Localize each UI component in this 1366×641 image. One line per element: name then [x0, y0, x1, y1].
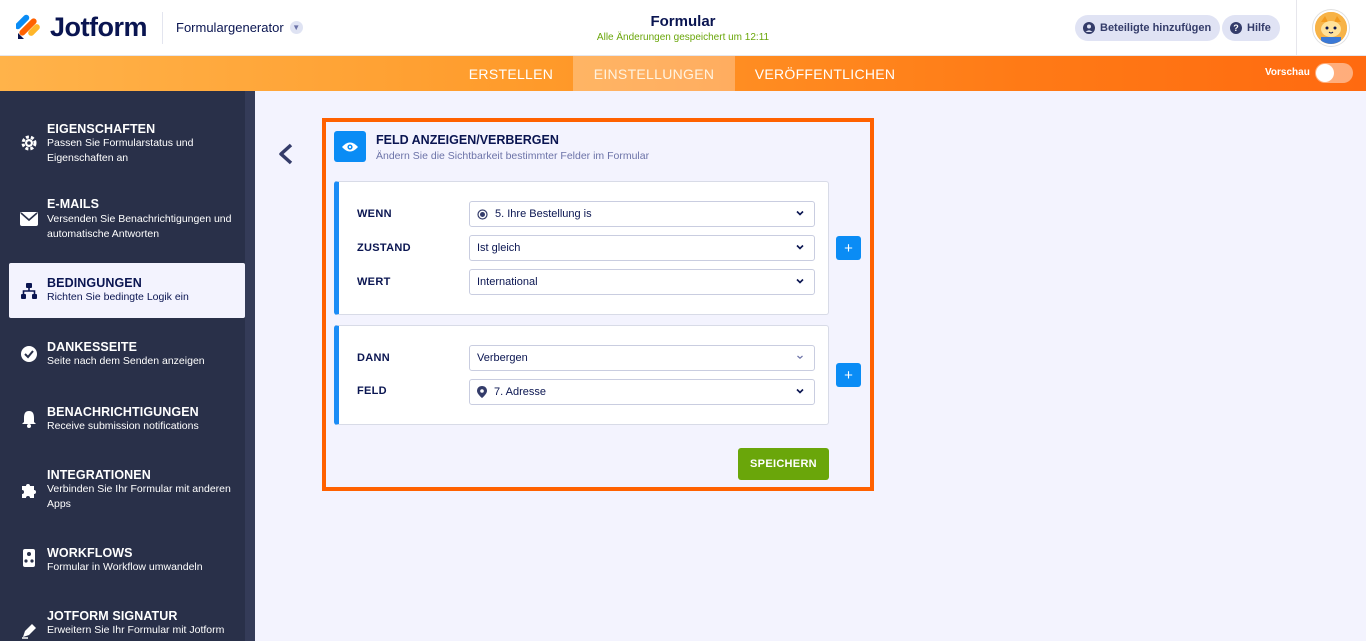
header-divider — [162, 12, 163, 44]
check-circle-icon — [19, 344, 39, 364]
field-label: FELD — [357, 385, 387, 397]
sidebar-item-bedingungen[interactable]: BEDINGUNGEN Richten Sie bedingte Logik e… — [9, 263, 245, 318]
preview-toggle[interactable] — [1315, 63, 1353, 83]
then-action-card — [334, 325, 829, 425]
value-select[interactable]: International — [469, 269, 815, 295]
chevron-down-icon — [796, 244, 804, 250]
field-value: 7. Adresse — [494, 386, 546, 398]
sidebar-item-integrationen[interactable]: INTEGRATIONEN Verbinden Sie Ihr Formular… — [9, 460, 245, 520]
builder-label: Formulargenerator — [176, 20, 284, 35]
sidebar-scrollbar[interactable] — [245, 91, 255, 641]
add-participants-label: Beteiligte hinzufügen — [1100, 22, 1212, 34]
jotform-logo[interactable]: Jotform — [16, 12, 148, 43]
logo-text: Jotform — [50, 12, 148, 42]
sidebar-item-desc: Receive submission notifications — [47, 420, 199, 432]
then-action-select[interactable]: Verbergen — [469, 345, 815, 371]
save-button[interactable]: SPEICHERN — [738, 448, 829, 480]
toggle-knob — [1316, 64, 1334, 82]
add-action-button[interactable]: + — [836, 363, 861, 387]
puzzle-icon — [19, 480, 39, 500]
chevron-left-icon — [279, 143, 293, 165]
sidebar-item-desc: Versenden Sie Benachrichtigungen und aut… — [47, 213, 232, 240]
target-field-select[interactable]: 7. Adresse — [469, 379, 815, 405]
top-bar: Jotform Formulargenerator ▼ Formular All… — [0, 0, 1366, 56]
sidebar-item-title: BENACHRICHTIGUNGEN — [47, 405, 199, 419]
add-participants-button[interactable]: Beteiligte hinzufügen — [1075, 15, 1221, 41]
sitemap-icon — [19, 281, 39, 301]
chevron-down-icon — [796, 388, 804, 394]
save-status: Alle Änderungen gespeichert um 12:11 — [596, 32, 770, 43]
sidebar-item-benachrichtigungen[interactable]: BENACHRICHTIGUNGEN Receive submission no… — [9, 397, 245, 447]
chevron-down-icon — [797, 355, 803, 359]
value-label: WERT — [357, 276, 391, 288]
sidebar-item-title: E-MAILS — [47, 197, 100, 211]
sidebar-item-workflows[interactable]: WORKFLOWS Formular in Workflow umwandeln — [9, 538, 245, 588]
sidebar-item-desc: Verbinden Sie Ihr Formular mit anderen A… — [47, 483, 231, 510]
radio-icon — [477, 208, 488, 220]
state-value: Ist gleich — [477, 242, 521, 254]
tab-einstellungen[interactable]: EINSTELLUNGEN — [573, 56, 735, 91]
if-field-select[interactable]: 5. Ihre Bestellung is — [469, 201, 815, 227]
sidebar-item-title: INTEGRATIONEN — [47, 468, 151, 482]
if-label: WENN — [357, 208, 392, 220]
sidebar-item-desc: Passen Sie Formularstatus und Eigenschaf… — [47, 137, 194, 164]
sidebar-item-desc: Formular in Workflow umwandeln — [47, 561, 203, 573]
avatar[interactable] — [1313, 10, 1349, 46]
user-icon — [1083, 22, 1095, 34]
add-condition-button[interactable]: + — [836, 236, 861, 260]
form-title[interactable]: Formular — [583, 13, 783, 30]
sidebar-item-title: BEDINGUNGEN — [47, 276, 142, 290]
builder-selector[interactable]: Formulargenerator ▼ — [176, 20, 303, 35]
condition-title: FELD ANZEIGEN/VERBERGEN — [376, 133, 559, 147]
avatar-area — [1296, 0, 1366, 56]
pen-icon — [19, 621, 39, 641]
if-field-value: 5. Ihre Bestellung is — [495, 208, 592, 220]
help-icon: ? — [1230, 22, 1242, 34]
chevron-down-icon: ▼ — [289, 21, 303, 34]
envelope-icon — [19, 209, 39, 229]
sidebar-item-title: DANKESSEITE — [47, 340, 138, 354]
sidebar-item-signatur[interactable]: JOTFORM SIGNATUR Erweitern Sie Ihr Formu… — [9, 601, 245, 641]
sidebar-item-desc: Seite nach dem Senden anzeigen — [47, 355, 205, 367]
cat-avatar-icon — [1315, 12, 1347, 44]
preview-label: Vorschau — [1265, 67, 1310, 78]
then-label: DANN — [357, 352, 390, 364]
help-button[interactable]: ? Hilfe — [1222, 15, 1280, 41]
value-value: International — [477, 276, 538, 288]
sidebar-item-title: JOTFORM SIGNATUR — [47, 609, 178, 623]
bell-icon — [19, 409, 39, 429]
tab-erstellen[interactable]: ERSTELLEN — [455, 56, 567, 91]
state-select[interactable]: Ist gleich — [469, 235, 815, 261]
sidebar-item-eigenschaften[interactable]: EIGENSCHAFTEN Passen Sie Formularstatus … — [9, 112, 245, 172]
sidebar-item-desc: Richten Sie bedingte Logik ein — [47, 291, 189, 303]
jotform-logo-icon — [16, 14, 40, 39]
sidebar-item-title: WORKFLOWS — [47, 546, 133, 560]
eye-icon — [334, 131, 366, 162]
main-navbar: ERSTELLEN EINSTELLUNGEN VERÖFFENTLICHEN — [0, 56, 1366, 91]
sidebar-item-emails[interactable]: E-MAILS Versenden Sie Benachrichtigungen… — [9, 188, 245, 248]
sidebar-item-title: EIGENSCHAFTEN — [47, 122, 156, 136]
sidebar-item-dankesseite[interactable]: DANKESSEITE Seite nach dem Senden anzeig… — [9, 332, 245, 382]
back-button[interactable] — [276, 142, 296, 166]
then-value: Verbergen — [477, 352, 528, 364]
chevron-down-icon — [796, 278, 804, 284]
workflow-icon — [19, 548, 39, 568]
gear-icon — [19, 133, 39, 153]
tab-veroeffentlichen[interactable]: VERÖFFENTLICHEN — [740, 56, 910, 91]
chevron-down-icon — [796, 210, 804, 216]
help-label: Hilfe — [1247, 22, 1271, 34]
map-pin-icon — [477, 386, 487, 398]
sidebar-item-desc: Erweitern Sie Ihr Formular mit Jotform — [47, 624, 225, 636]
condition-subtitle: Ändern Sie die Sichtbarkeit bestimmter F… — [376, 150, 650, 162]
state-label: ZUSTAND — [357, 242, 411, 254]
